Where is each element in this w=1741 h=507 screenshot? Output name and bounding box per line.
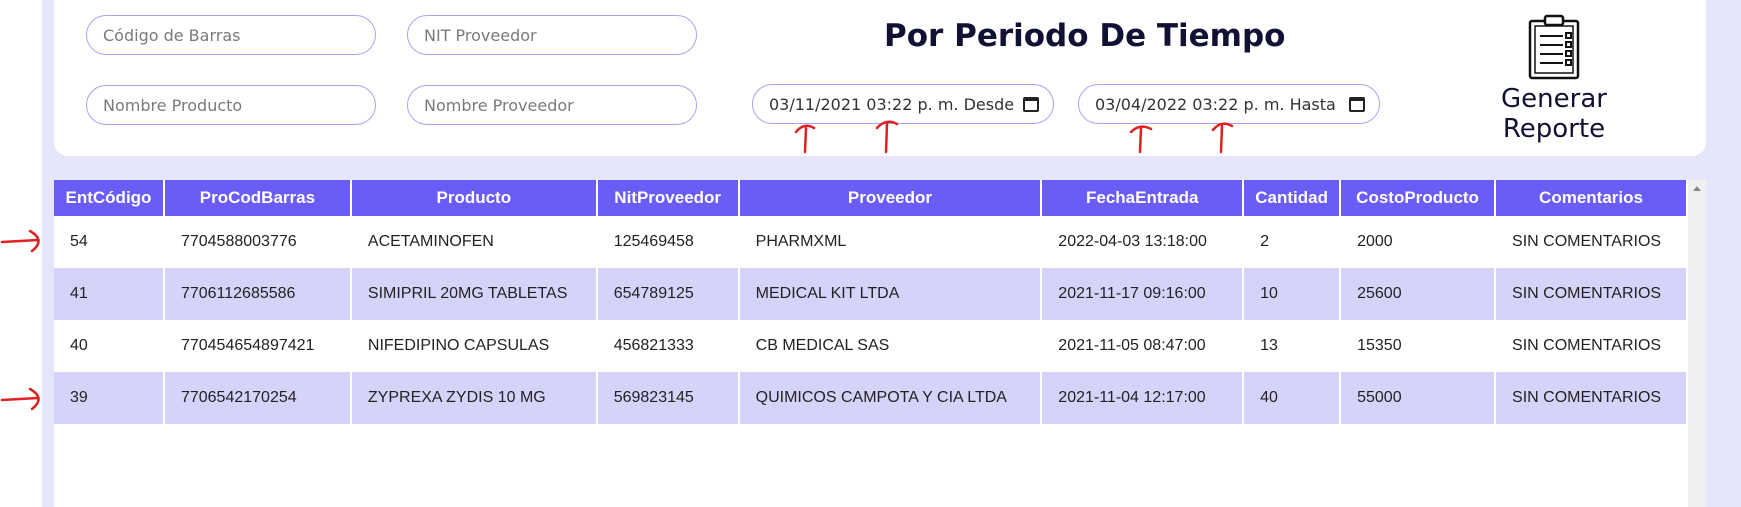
table-cell: 2 bbox=[1243, 216, 1342, 268]
table-row[interactable]: 39 7706542170254 ZYPREXA ZYDIS 10 MG 569… bbox=[54, 372, 1688, 424]
date-to-value: 03/04/2022 03:22 p. m. bbox=[1095, 94, 1285, 114]
column-header[interactable]: Cantidad bbox=[1243, 180, 1342, 216]
column-header[interactable]: Producto bbox=[350, 180, 598, 216]
calendar-icon[interactable] bbox=[1023, 97, 1039, 112]
supplier-search-input[interactable] bbox=[424, 95, 696, 115]
table-cell: 2021-11-04 12:17:00 bbox=[1041, 372, 1245, 424]
vertical-scrollbar[interactable] bbox=[1688, 180, 1706, 507]
table-cell: 770454654897421 bbox=[163, 320, 352, 372]
table-cell: 10 bbox=[1243, 268, 1342, 320]
entries-table: EntCódigo ProCodBarras Producto NitProve… bbox=[54, 180, 1688, 424]
table-cell: 55000 bbox=[1340, 372, 1497, 424]
table-cell: CB MEDICAL SAS bbox=[738, 320, 1043, 372]
table-cell: SIN COMENTARIOS bbox=[1495, 372, 1688, 424]
column-header[interactable]: Proveedor bbox=[738, 180, 1043, 216]
column-header[interactable]: NitProveedor bbox=[596, 180, 740, 216]
column-header[interactable]: CostoProducto bbox=[1340, 180, 1497, 216]
table-cell: 2021-11-05 08:47:00 bbox=[1041, 320, 1245, 372]
table-cell: 2022-04-03 13:18:00 bbox=[1041, 216, 1245, 268]
column-header[interactable]: EntCódigo bbox=[54, 180, 165, 216]
column-header[interactable]: Comentarios bbox=[1495, 180, 1688, 216]
barcode-search-input[interactable] bbox=[103, 25, 375, 45]
date-to-label: Hasta bbox=[1289, 94, 1336, 114]
date-from-value: 03/11/2021 03:22 p. m. bbox=[769, 94, 959, 114]
nit-search-input[interactable] bbox=[424, 25, 696, 45]
table-cell: 54 bbox=[54, 216, 165, 268]
table-cell: 40 bbox=[1243, 372, 1342, 424]
table-cell: 40 bbox=[54, 320, 165, 372]
generate-report-label: Generar Reporte bbox=[1501, 84, 1607, 144]
entries-table-container: EntCódigo ProCodBarras Producto NitProve… bbox=[54, 180, 1706, 507]
table-cell: SIN COMENTARIOS bbox=[1495, 268, 1688, 320]
barcode-search-field[interactable] bbox=[86, 15, 376, 55]
table-cell: MEDICAL KIT LTDA bbox=[738, 268, 1043, 320]
annotation-arrow-icon bbox=[1129, 125, 1153, 154]
table-cell: 2000 bbox=[1340, 216, 1497, 268]
annotation-arrow-icon bbox=[794, 124, 816, 154]
table-cell: 7704588003776 bbox=[163, 216, 352, 268]
table-cell: 25600 bbox=[1340, 268, 1497, 320]
product-search-input[interactable] bbox=[103, 95, 375, 115]
table-cell: 569823145 bbox=[596, 372, 740, 424]
table-cell: SIMIPRIL 20MG TABLETAS bbox=[350, 268, 598, 320]
generate-report-button[interactable]: Generar Reporte bbox=[1448, 14, 1660, 144]
date-from-input[interactable]: 03/11/2021 03:22 p. m. Desde bbox=[752, 84, 1054, 124]
annotation-arrow-icon bbox=[0, 387, 40, 411]
table-cell: PHARMXML bbox=[738, 216, 1043, 268]
table-row[interactable]: 54 7704588003776 ACETAMINOFEN 125469458 … bbox=[54, 216, 1688, 268]
table-cell: ZYPREXA ZYDIS 10 MG bbox=[350, 372, 598, 424]
table-row[interactable]: 40 770454654897421 NIFEDIPINO CAPSULAS 4… bbox=[54, 320, 1688, 372]
table-cell: 456821333 bbox=[596, 320, 740, 372]
nit-search-field[interactable] bbox=[407, 15, 697, 55]
table-cell: 39 bbox=[54, 372, 165, 424]
table-cell: NIFEDIPINO CAPSULAS bbox=[350, 320, 598, 372]
column-header[interactable]: ProCodBarras bbox=[163, 180, 352, 216]
table-cell: 2021-11-17 09:16:00 bbox=[1041, 268, 1245, 320]
annotation-arrow-icon bbox=[1211, 122, 1234, 154]
table-header-row: EntCódigo ProCodBarras Producto NitProve… bbox=[54, 180, 1688, 216]
table-cell: 41 bbox=[54, 268, 165, 320]
table-cell: SIN COMENTARIOS bbox=[1495, 320, 1688, 372]
clipboard-checklist-icon bbox=[1528, 14, 1580, 80]
date-from-label: Desde bbox=[963, 94, 1015, 114]
table-cell: 654789125 bbox=[596, 268, 740, 320]
table-cell: 7706542170254 bbox=[163, 372, 352, 424]
table-cell: ACETAMINOFEN bbox=[350, 216, 598, 268]
annotation-arrow-icon bbox=[0, 229, 40, 253]
page-title: Por Periodo De Tiempo bbox=[884, 18, 1286, 54]
table-cell: 15350 bbox=[1340, 320, 1497, 372]
table-cell: SIN COMENTARIOS bbox=[1495, 216, 1688, 268]
table-row[interactable]: 41 7706112685586 SIMIPRIL 20MG TABLETAS … bbox=[54, 268, 1688, 320]
column-header[interactable]: FechaEntrada bbox=[1041, 180, 1245, 216]
table-cell: QUIMICOS CAMPOTA Y CIA LTDA bbox=[738, 372, 1043, 424]
product-search-field[interactable] bbox=[86, 85, 376, 125]
table-cell: 7706112685586 bbox=[163, 268, 352, 320]
table-cell: 125469458 bbox=[596, 216, 740, 268]
scroll-up-arrow-icon[interactable] bbox=[1693, 186, 1701, 191]
supplier-search-field[interactable] bbox=[407, 85, 697, 125]
annotation-arrow-icon bbox=[875, 120, 899, 154]
calendar-icon[interactable] bbox=[1349, 97, 1365, 112]
table-cell: 13 bbox=[1243, 320, 1342, 372]
